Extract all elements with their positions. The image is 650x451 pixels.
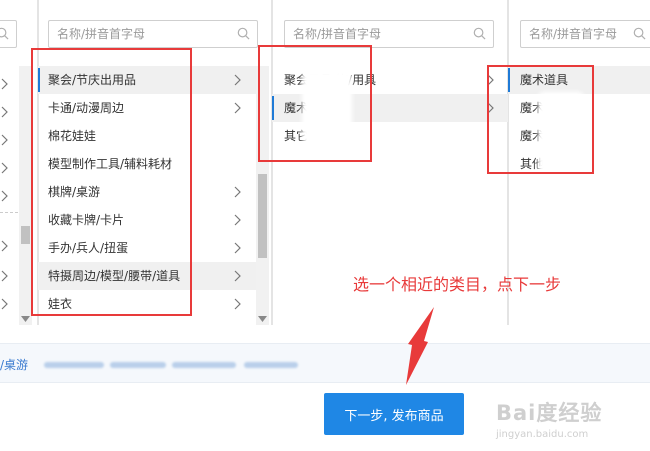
obscured-area xyxy=(302,70,352,144)
chevron-right-icon xyxy=(234,242,241,254)
search-input[interactable] xyxy=(49,21,257,47)
search-input[interactable] xyxy=(285,21,493,47)
search-box[interactable] xyxy=(520,20,650,48)
category-column-2: 聚会/节庆出用品 卡通/动漫周边 棉花娃娃 模型制作工具/辅料耗材 棋牌/桌游 … xyxy=(38,0,272,325)
chevron-right-icon xyxy=(234,214,241,226)
obscured-area xyxy=(538,92,584,174)
category-label: 手办/兵人/扭蛋 xyxy=(48,241,129,255)
category-label: 娃衣 xyxy=(48,297,73,311)
obscured-path-segment xyxy=(172,362,236,368)
chevron-right-icon xyxy=(234,74,241,86)
category-item[interactable]: 棉花娃娃 xyxy=(38,122,258,150)
search-input[interactable] xyxy=(521,21,650,47)
obscured-path-segment xyxy=(244,362,298,368)
next-step-publish-button[interactable]: 下一步, 发布商品 xyxy=(324,393,464,435)
chevron-right-icon[interactable] xyxy=(0,134,8,146)
selected-indicator xyxy=(508,68,510,92)
category-label: 聚会/节庆出用品 xyxy=(48,73,137,87)
chevron-right-icon xyxy=(234,298,241,310)
category-item[interactable]: 魔术道具 xyxy=(508,66,650,94)
category-item[interactable]: 模型制作工具/辅料耗材 xyxy=(38,150,258,178)
breadcrumb-text: /桌游 xyxy=(0,358,29,372)
obscured-path-segment xyxy=(110,362,166,368)
chevron-right-icon xyxy=(234,186,241,198)
selected-category-path: /桌游 xyxy=(0,343,650,383)
scrollbar[interactable] xyxy=(19,66,32,325)
category-label: 收藏卡牌/卡片 xyxy=(48,213,125,227)
chevron-right-icon[interactable] xyxy=(0,106,8,118)
chevron-right-icon xyxy=(487,74,494,86)
category-item[interactable]: 聚会/节庆出用品 xyxy=(38,66,258,94)
chevron-right-icon[interactable] xyxy=(0,298,8,310)
scrollbar-thumb[interactable] xyxy=(258,174,267,258)
instruction-annotation: 选一个相近的类目，点下一步 xyxy=(353,275,562,294)
category-label: 魔术道具 xyxy=(520,73,569,87)
chevron-right-icon[interactable] xyxy=(0,190,8,202)
search-box[interactable] xyxy=(48,20,258,48)
search-icon xyxy=(0,27,9,40)
chevron-right-icon[interactable] xyxy=(0,240,8,252)
search-box[interactable] xyxy=(0,20,17,48)
watermark: Bai度经验 jingyan.baidu.com xyxy=(496,397,602,440)
search-icon xyxy=(473,27,486,40)
category-label: 棋牌/桌游 xyxy=(48,185,101,199)
annotation-arrow-icon xyxy=(406,307,434,385)
chevron-right-icon xyxy=(487,102,494,114)
obscured-path-segment xyxy=(44,362,104,368)
scrollbar-thumb[interactable] xyxy=(21,226,30,244)
selected-indicator xyxy=(38,68,40,92)
category-item[interactable]: 卡通/动漫周边 xyxy=(38,94,258,122)
scroll-down-arrow-icon[interactable] xyxy=(258,316,267,323)
search-box[interactable] xyxy=(284,20,494,48)
search-icon xyxy=(633,27,646,40)
category-label: 模型制作工具/辅料耗材 xyxy=(48,157,173,171)
category-item[interactable]: 棋牌/桌游 xyxy=(38,178,258,206)
category-label: 特摄周边/模型/腰带/道具 xyxy=(48,269,181,283)
category-item[interactable]: 手办/兵人/扭蛋 xyxy=(38,234,258,262)
category-item[interactable]: 收藏卡牌/卡片 xyxy=(38,206,258,234)
watermark-url: jingyan.baidu.com xyxy=(496,429,589,440)
search-icon xyxy=(237,27,250,40)
category-item[interactable]: 特摄周边/模型/腰带/道具 xyxy=(38,262,258,290)
category-label: 卡通/动漫周边 xyxy=(48,101,125,115)
watermark-brand: Bai度经验 xyxy=(496,401,603,425)
chevron-right-icon xyxy=(234,102,241,114)
category-column-1 xyxy=(0,0,38,325)
category-label: 棉花娃娃 xyxy=(48,129,97,143)
chevron-right-icon[interactable] xyxy=(0,162,8,174)
chevron-right-icon[interactable] xyxy=(0,270,8,282)
scrollbar[interactable] xyxy=(256,66,269,325)
scroll-down-arrow-icon[interactable] xyxy=(21,316,30,323)
selected-indicator xyxy=(272,96,274,120)
category-item[interactable]: 娃衣 xyxy=(38,290,258,318)
chevron-right-icon xyxy=(234,270,241,282)
chevron-right-icon[interactable] xyxy=(0,78,8,90)
